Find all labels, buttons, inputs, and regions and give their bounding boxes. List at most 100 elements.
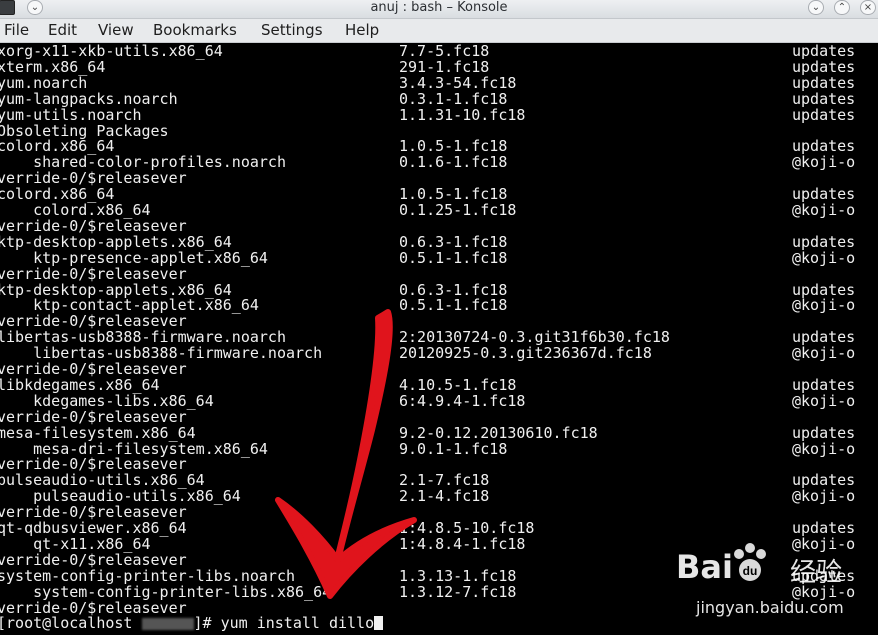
package-name: ktp-desktop-applets.x86_64 — [0, 280, 232, 299]
terminal-line: verride-0/$releasever — [0, 456, 878, 472]
package-repo: @koji-o — [792, 248, 856, 267]
package-name: verride-0/$releasever — [0, 216, 187, 235]
package-repo: @koji-o — [792, 153, 856, 172]
menu-bar: File Edit View Bookmarks Settings Help — [0, 19, 878, 43]
package-version: 2.1-4.fc18 — [399, 487, 490, 506]
window-title: anuj : bash – Konsole — [370, 0, 508, 15]
package-version: 0.1.6-1.fc18 — [399, 153, 508, 172]
package-name: mesa-filesystem.x86_64 — [0, 423, 196, 442]
package-name: Obsoleting Packages — [0, 121, 169, 140]
package-version: 9.0.1-1.fc18 — [399, 439, 508, 458]
package-version: 0.1.25-1.fc18 — [399, 201, 517, 219]
maximize-button[interactable]: ⌃ — [834, 0, 850, 15]
package-repo: updates — [792, 73, 856, 92]
package-version: 0.5.1-1.fc18 — [399, 296, 508, 315]
menu-bookmarks[interactable]: Bookmarks — [153, 21, 237, 40]
package-name: ktp-contact-applet.x86_64 — [0, 296, 259, 315]
package-name: colord.x86_64 — [0, 185, 115, 204]
package-repo: @koji-o — [792, 439, 856, 458]
close-icon: × — [863, 2, 873, 13]
package-repo: updates — [792, 105, 856, 124]
terminal-line: colord.x86_64 0.1.25-1.fc18 @koji-o — [0, 202, 878, 218]
package-version: 1.0.5-1.fc18 — [399, 137, 508, 156]
title-bar[interactable]: ⌄ anuj : bash – Konsole ⌄ ⌃ × — [0, 0, 878, 19]
package-name: ktp-desktop-applets.x86_64 — [0, 232, 232, 251]
terminal-line: ktp-desktop-applets.x86_64 0.6.3-1.fc18 up… — [0, 282, 878, 298]
package-name: ktp-presence-applet.x86_64 — [0, 248, 268, 267]
command-prompt[interactable]: [root@localhost ]# yum install dillo — [0, 614, 384, 632]
package-repo: updates — [792, 423, 856, 442]
paw-text: du — [743, 564, 758, 578]
terminal-line: libertas-usb8388-firmware.noarch 2:201307… — [0, 329, 878, 345]
package-version: 2:20130724-0.3.git31f6b30.fc18 — [399, 328, 670, 347]
package-name: verride-0/$releasever — [0, 407, 187, 426]
package-name: xorg-x11-xkb-utils.x86_64 — [0, 42, 223, 60]
menu-view[interactable]: View — [98, 21, 134, 40]
terminal-line: verride-0/$releasever — [0, 409, 878, 425]
package-name: system-config-printer-libs.noarch — [0, 566, 296, 585]
package-name: yum-utils.noarch — [0, 105, 142, 124]
package-name: libertas-usb8388-firmware.noarch — [0, 344, 323, 363]
package-repo: @koji-o — [792, 487, 856, 506]
terminal-line: yum.noarch 3.4.3-54.fc18 updates — [0, 75, 878, 91]
package-version: 1.3.13-1.fc18 — [399, 566, 517, 585]
package-repo: updates — [792, 42, 856, 60]
package-name: kdegames-libs.x86_64 — [0, 391, 214, 410]
package-name: system-config-printer-libs.x86_64 — [0, 582, 332, 601]
package-name: verride-0/$releasever — [0, 312, 187, 331]
package-repo: updates — [792, 232, 856, 251]
package-name: pulseaudio-utils.x86_64 — [0, 471, 205, 490]
terminal-line: xterm.x86_64 291-1.fc18 updates — [0, 59, 878, 75]
package-version: 0.6.3-1.fc18 — [399, 280, 508, 299]
prompt-command: ]# yum install dillo — [193, 614, 375, 632]
chevron-up-icon: ⌃ — [837, 2, 847, 13]
package-version: 1.3.12-7.fc18 — [399, 582, 517, 601]
package-name: verride-0/$releasever — [0, 598, 187, 617]
package-repo: updates — [792, 375, 856, 394]
package-version: 1.1.31-10.fc18 — [399, 105, 526, 124]
close-button[interactable]: × — [860, 0, 876, 15]
menu-settings[interactable]: Settings — [261, 21, 323, 40]
package-repo: updates — [792, 471, 856, 490]
package-version: 1:4.8.4-1.fc18 — [399, 534, 526, 553]
package-version: 2.1-7.fc18 — [399, 471, 490, 490]
terminal-line: mesa-filesystem.x86_64 9.2-0.12.20130610.… — [0, 425, 878, 441]
package-version: 0.5.1-1.fc18 — [399, 248, 508, 267]
package-name: shared-color-profiles.noarch — [0, 153, 286, 172]
package-version: 1.0.5-1.fc18 — [399, 185, 508, 204]
baidu-paw-logo: du — [734, 543, 766, 581]
terminal-line: verride-0/$releasever — [0, 313, 878, 329]
package-repo: updates — [792, 328, 856, 347]
terminal-line: colord.x86_64 1.0.5-1.fc18 updates — [0, 186, 878, 202]
package-version: 0.3.1-1.fc18 — [399, 89, 508, 108]
terminal-line: ktp-contact-applet.x86_64 0.5.1-1.fc18 @ko… — [0, 297, 878, 313]
watermark-url: jingyan.baidu.com — [696, 598, 844, 617]
chevron-down-icon: ⌄ — [811, 2, 821, 13]
package-name: qt-qdbusviewer.x86_64 — [0, 519, 187, 537]
package-version: 7.7-5.fc18 — [399, 42, 490, 60]
package-version: 3.4.3-54.fc18 — [399, 73, 517, 92]
package-version: 6:4.9.4-1.fc18 — [399, 391, 526, 410]
baidu-logo-text: Bai — [676, 548, 733, 586]
package-name: yum-langpacks.noarch — [0, 89, 178, 108]
package-repo: @koji-o — [792, 201, 856, 219]
package-name: colord.x86_64 — [0, 201, 151, 219]
minimize-button[interactable]: ⌄ — [808, 0, 824, 15]
package-name: yum.noarch — [0, 73, 88, 92]
menu-edit[interactable]: Edit — [48, 21, 77, 40]
package-repo: updates — [792, 185, 856, 204]
terminal-line: yum-utils.noarch 1.1.31-10.fc18 updates — [0, 107, 878, 123]
package-repo: @koji-o — [792, 391, 856, 410]
prompt-prefix: [root@localhost — [0, 614, 142, 632]
menu-file[interactable]: File — [4, 21, 29, 40]
terminal-line: verride-0/$releasever — [0, 170, 878, 186]
terminal-line: kdegames-libs.x86_64 6:4.9.4-1.fc18 @koji-… — [0, 393, 878, 409]
terminal-line: yum-langpacks.noarch 0.3.1-1.fc18 updates — [0, 91, 878, 107]
menu-help[interactable]: Help — [345, 21, 379, 40]
terminal-line: pulseaudio-utils.x86_64 2.1-7.fc18 updates — [0, 472, 878, 488]
package-name: qt-x11.x86_64 — [0, 534, 151, 553]
package-version: 4.10.5-1.fc18 — [399, 375, 517, 394]
package-version: 9.2-0.12.20130610.fc18 — [399, 423, 598, 442]
terminal-line: libkdegames.x86_64 4.10.5-1.fc18 updates — [0, 377, 878, 393]
terminal-line: colord.x86_64 1.0.5-1.fc18 updates — [0, 138, 878, 154]
